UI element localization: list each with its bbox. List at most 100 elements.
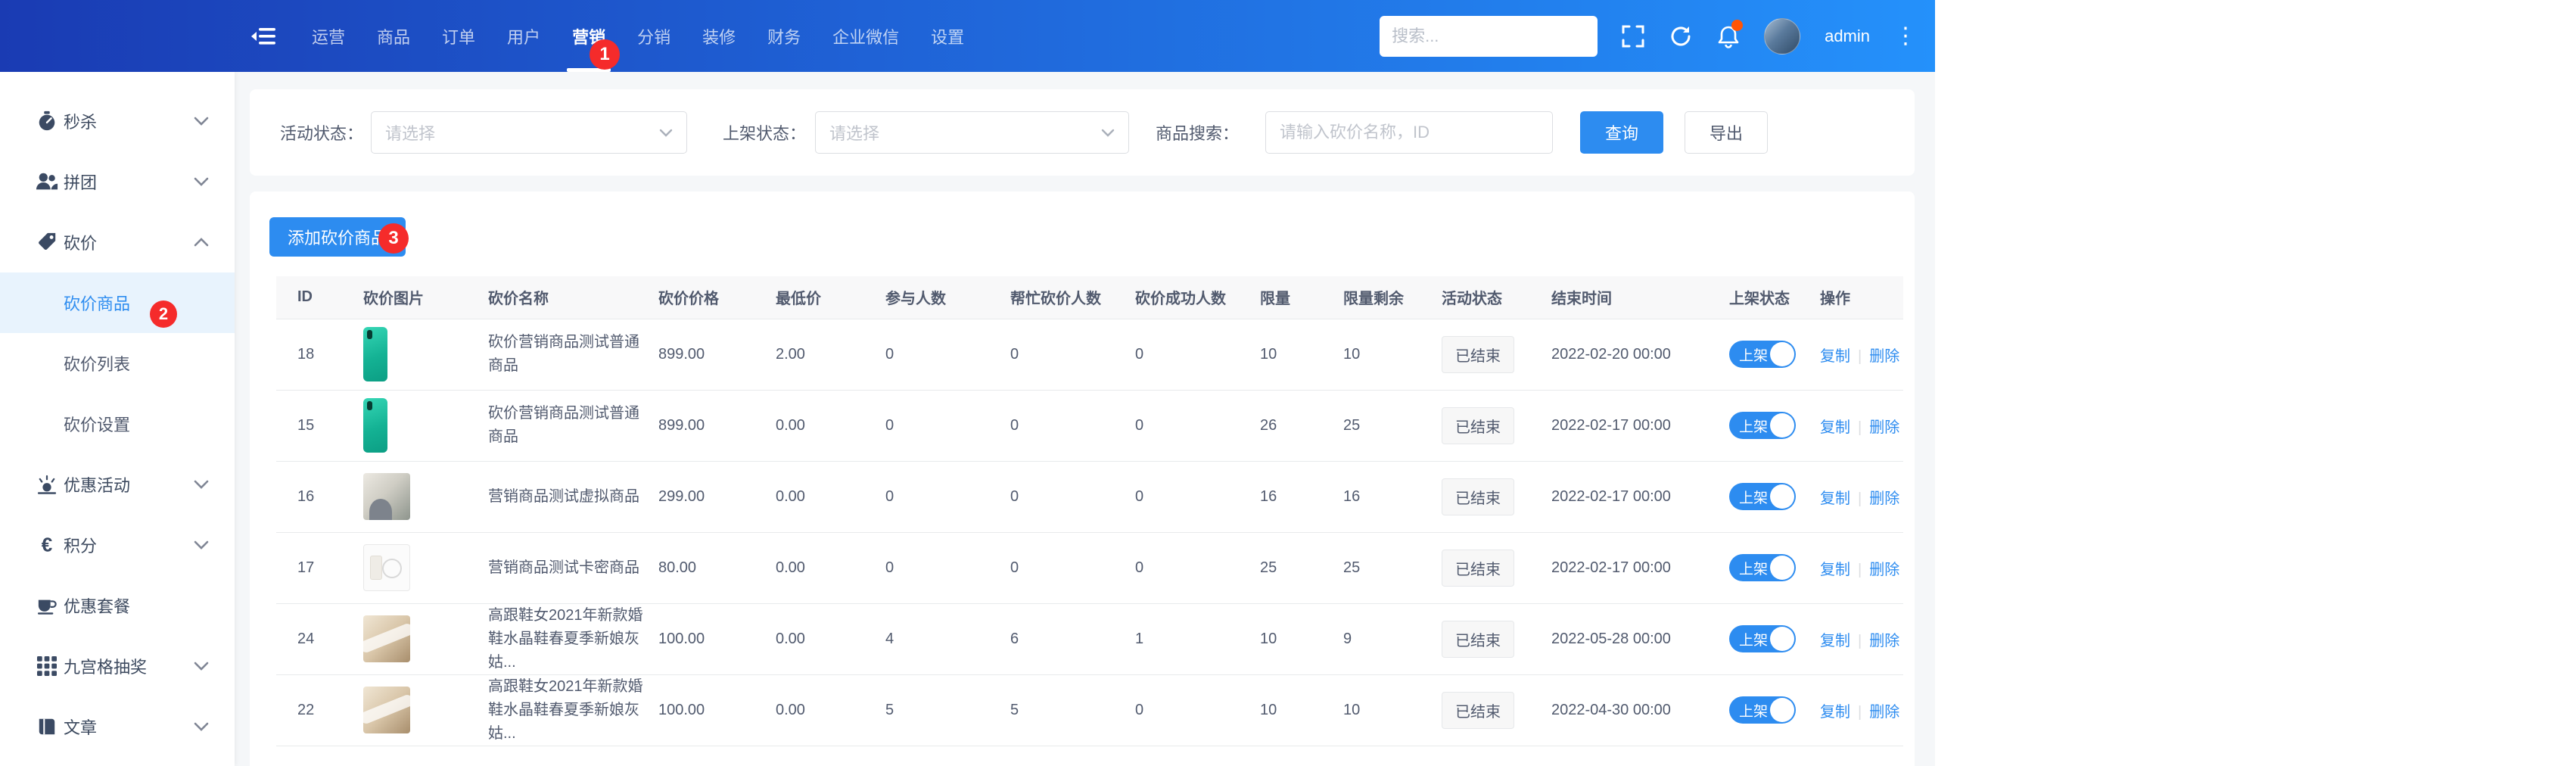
sidebar-item-bargain-settings[interactable]: 砍价设置 [0,394,235,454]
stopwatch-icon [35,111,59,132]
fullscreen-icon[interactable] [1622,25,1644,48]
delete-link[interactable]: 删除 [1869,562,1899,578]
more-menu-icon[interactable]: ⋮ [1894,24,1917,48]
nav-item-goods[interactable]: 商品 [377,0,410,72]
chevron-down-icon [194,177,209,186]
copy-link[interactable]: 复制 [1820,419,1850,436]
shelf-status-toggle[interactable]: 上架 [1729,483,1796,510]
sidebar: 秒杀 拼团 砍价 砍价商品 砍价列表 砍价设置 优惠活动 € 积分 优惠套餐 九… [0,72,235,766]
cell-shelf-status: 上架 [1729,603,1820,675]
nav-item-orders[interactable]: 订单 [442,0,475,72]
copy-link[interactable]: 复制 [1820,348,1850,365]
sidebar-label: 秒杀 [64,113,98,132]
action-separator: | [1858,703,1862,721]
column-header-actions: 操作 [1820,276,1903,319]
header-search-input[interactable] [1380,15,1598,57]
sidebar-label: 砍价 [64,234,98,253]
export-button[interactable]: 导出 [1685,111,1768,154]
sidebar-item-promo[interactable]: 优惠活动 [0,454,235,515]
sidebar-item-groupbuy[interactable]: 拼团 [0,151,235,212]
sidebar-item-bargain-goods[interactable]: 砍价商品 [0,272,235,333]
cell-price: 299.00 [658,461,776,533]
delete-link[interactable]: 删除 [1869,704,1899,721]
cell-price: 899.00 [658,319,776,391]
shelf-status-toggle[interactable]: 上架 [1729,696,1796,724]
column-header-min-price: 最低价 [776,276,885,319]
table-card: 添加砍价商品 3 ID 砍价图片 砍价名称 砍价价格 最低价 参与人数 帮忙砍价… [250,192,1915,766]
nav-item-settings[interactable]: 设置 [931,0,964,72]
sidebar-item-article[interactable]: 文章 [0,696,235,757]
copy-link[interactable]: 复制 [1820,562,1850,578]
nav-item-operations[interactable]: 运营 [312,0,345,72]
cell-actions: 复制 | 删除 [1820,319,1903,391]
shelf-status-select[interactable]: 请选择 [815,111,1129,154]
copy-link[interactable]: 复制 [1820,490,1850,507]
sidebar-label: 优惠套餐 [64,597,131,616]
cell-activity-status: 已结束 [1442,319,1551,391]
copy-link[interactable]: 复制 [1820,633,1850,649]
cell-actions: 复制 | 删除 [1820,603,1903,675]
cell-helpers: 0 [1010,319,1135,391]
user-avatar[interactable] [1764,17,1801,54]
annotation-step-2: 2 [150,300,177,328]
sidebar-item-lottery[interactable]: 九宫格抽奖 [0,636,235,696]
cell-success: 0 [1135,319,1260,391]
activity-status-label: 活动状态： [280,124,364,143]
cell-image [363,461,488,533]
cell-participants: 4 [885,603,1010,675]
sidebar-item-combo[interactable]: 优惠套餐 [0,575,235,636]
nav-item-finance[interactable]: 财务 [767,0,801,72]
cell-end-time: 2022-02-17 00:00 [1551,461,1729,533]
admin-app-window: 运营 商品 订单 用户 营销 分销 装修 财务 企业微信 设置 搜索... ad… [0,0,1935,766]
sidebar-item-bargain-list[interactable]: 砍价列表 [0,333,235,394]
query-button[interactable]: 查询 [1580,111,1663,154]
nav-item-wecom[interactable]: 企业微信 [832,0,899,72]
delete-link[interactable]: 删除 [1869,633,1899,649]
table-row: 15 砍价营销商品测试普通商品 899.00 0.00 0 0 0 26 25 … [276,390,1903,462]
sidebar-item-bargain[interactable]: 砍价 [0,212,235,272]
status-badge: 已结束 [1442,549,1514,587]
refresh-icon[interactable] [1669,24,1693,48]
collapse-sidebar-icon[interactable] [251,26,277,46]
sidebar-item-points[interactable]: € 积分 [0,515,235,575]
goods-search-input[interactable] [1265,111,1553,154]
sidebar-item-seckill[interactable]: 秒杀 [0,91,235,151]
nav-item-decoration[interactable]: 装修 [702,0,736,72]
cell-activity-status: 已结束 [1442,461,1551,533]
shelf-status-toggle[interactable]: 上架 [1729,412,1796,439]
cell-activity-status: 已结束 [1442,603,1551,675]
chevron-down-icon [194,722,209,731]
nav-item-distribution[interactable]: 分销 [637,0,670,72]
username-label: admin [1825,26,1870,45]
shelf-status-toggle[interactable]: 上架 [1729,554,1796,581]
cell-actions: 复制 | 删除 [1820,461,1903,533]
toggle-knob [1770,413,1794,437]
activity-status-select[interactable]: 请选择 [371,111,687,154]
cell-name: 营销商品测试卡密商品 [488,532,658,604]
notifications-bell-icon[interactable] [1717,19,1744,48]
sidebar-label: 砍价列表 [64,355,131,374]
sidebar-label: 文章 [64,718,98,737]
cell-participants: 0 [885,461,1010,533]
delete-link[interactable]: 删除 [1869,419,1899,436]
cell-actions: 复制 | 删除 [1820,674,1903,746]
cell-limit: 26 [1260,390,1343,462]
nav-item-users[interactable]: 用户 [507,0,540,72]
delete-link[interactable]: 删除 [1869,490,1899,507]
chevron-up-icon [194,238,209,247]
copy-link[interactable]: 复制 [1820,704,1850,721]
cell-success: 0 [1135,674,1260,746]
sidebar-label: 优惠活动 [64,476,131,495]
shelf-status-toggle[interactable]: 上架 [1729,625,1796,652]
delete-link[interactable]: 删除 [1869,348,1899,365]
cell-actions: 复制 | 删除 [1820,390,1903,462]
shelf-status-toggle[interactable]: 上架 [1729,341,1796,368]
product-image [363,615,410,662]
status-badge: 已结束 [1442,620,1514,658]
top-nav: 运营 商品 订单 用户 营销 分销 装修 财务 企业微信 设置 [312,0,964,72]
cell-name: 营销商品测试虚拟商品 [488,461,658,533]
chevron-down-icon [194,540,209,550]
table-row: 17 营销商品测试卡密商品 80.00 0.00 0 0 0 25 25 已结束… [276,532,1903,604]
toggle-label: 上架 [1739,419,1769,435]
product-image [363,473,410,520]
